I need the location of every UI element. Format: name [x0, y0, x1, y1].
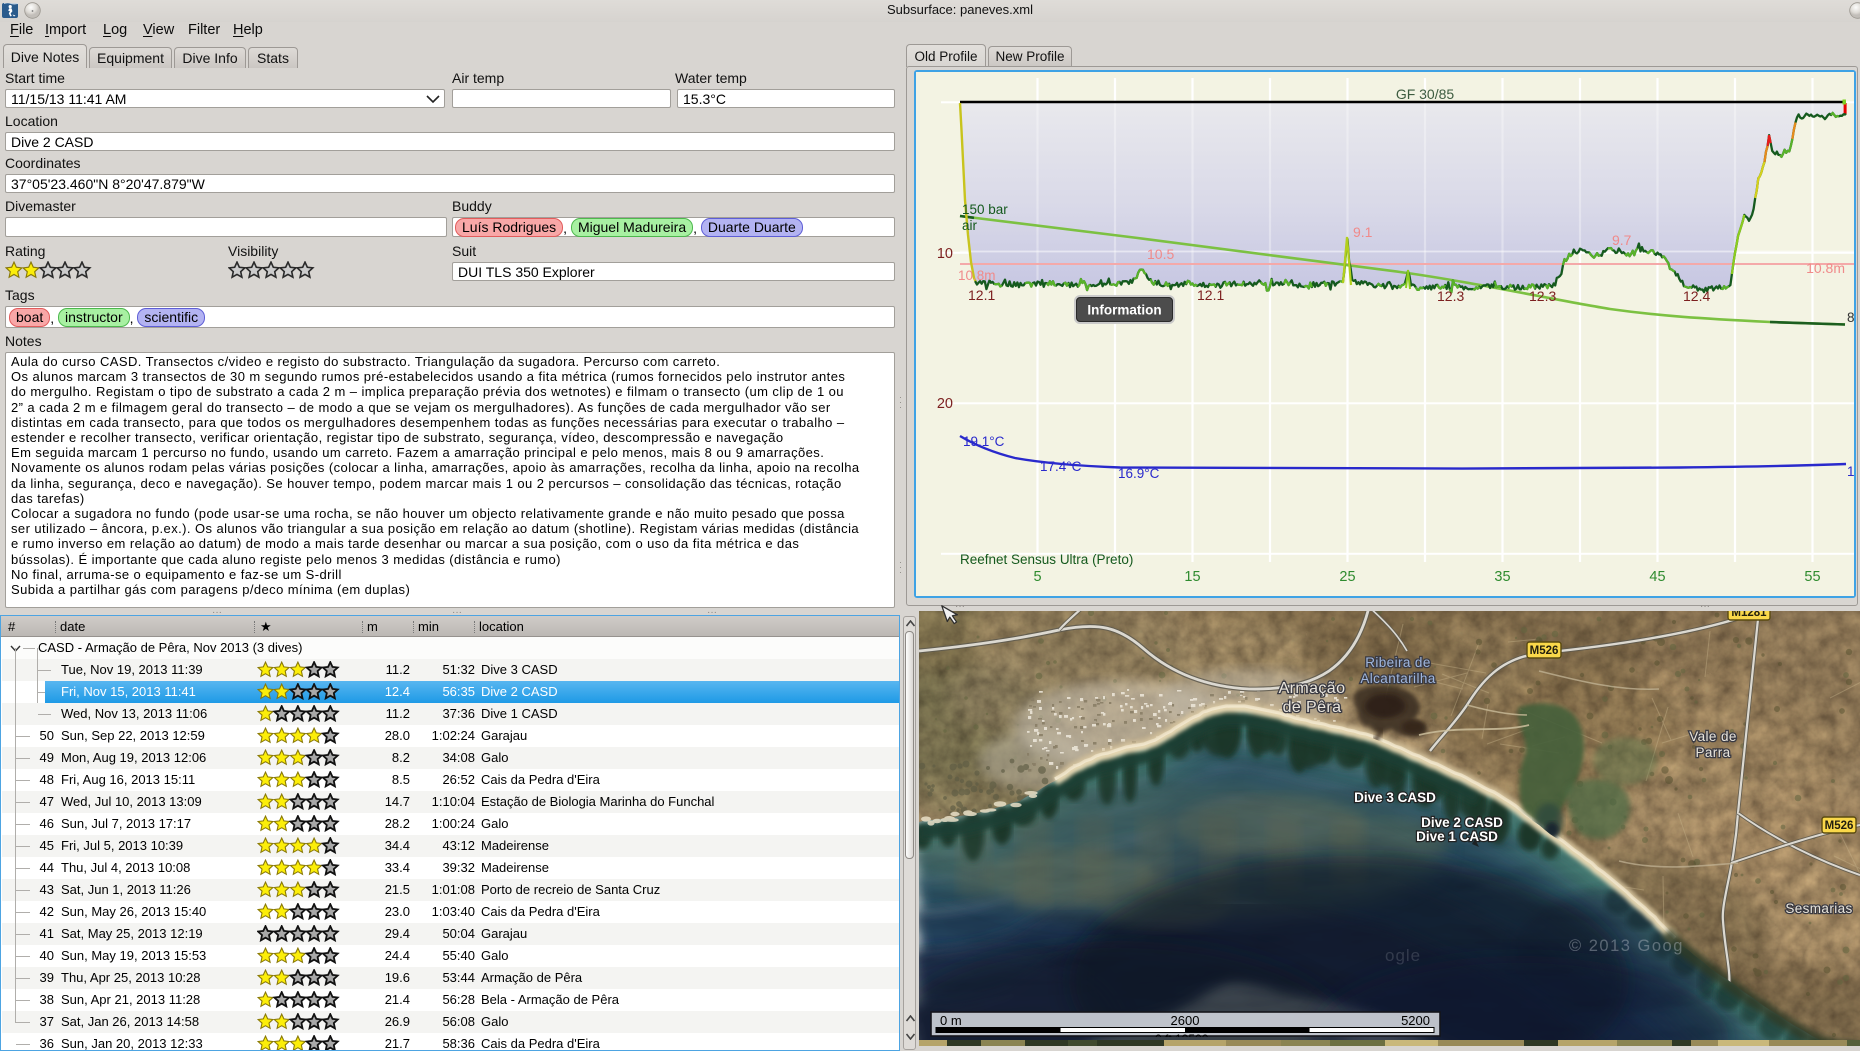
svg-text:12.3: 12.3	[1437, 288, 1464, 304]
svg-text:12.3: 12.3	[1529, 288, 1556, 304]
svg-text:Dive 1 CASD: Dive 1 CASD	[1416, 829, 1498, 844]
svg-text:Vale de: Vale de	[1689, 729, 1737, 744]
svg-text:12.4: 12.4	[1683, 288, 1710, 304]
svg-text:10.8m: 10.8m	[958, 268, 996, 283]
svg-text:Parra: Parra	[1695, 745, 1730, 760]
svg-text:9.1: 9.1	[1353, 224, 1373, 240]
svg-text:10.5: 10.5	[1147, 246, 1174, 262]
svg-text:ogle: ogle	[1385, 946, 1421, 965]
svg-text:Dive 2 CASD: Dive 2 CASD	[1421, 815, 1503, 830]
svg-text:80: 80	[1847, 310, 1854, 325]
svg-text:45: 45	[1649, 569, 1665, 585]
svg-text:17.4°C: 17.4°C	[1040, 459, 1082, 474]
svg-text:9.7: 9.7	[1612, 232, 1632, 248]
svg-text:M526: M526	[1825, 820, 1854, 832]
svg-text:© 2013 Goog: © 2013 Goog	[1569, 937, 1684, 955]
svg-text:2600: 2600	[1171, 1013, 1200, 1028]
svg-text:20: 20	[937, 396, 953, 412]
svg-text:16: 16	[1847, 464, 1854, 479]
svg-text:air: air	[962, 218, 978, 233]
svg-text:M526: M526	[1530, 645, 1559, 657]
svg-text:Alcantarilha: Alcantarilha	[1360, 671, 1435, 686]
svg-text:Sesmarias: Sesmarias	[1785, 901, 1852, 916]
svg-text:Dive 3 CASD: Dive 3 CASD	[1354, 790, 1436, 805]
svg-text:10: 10	[937, 246, 953, 262]
svg-text:Information: Information	[1087, 303, 1161, 318]
svg-text:5: 5	[1033, 569, 1041, 585]
svg-text:12.1: 12.1	[1197, 287, 1224, 303]
svg-text:0 m: 0 m	[940, 1013, 962, 1028]
svg-text:Armação: Armação	[1279, 680, 1346, 697]
svg-text:de Pêra: de Pêra	[1283, 699, 1342, 716]
svg-text:150 bar: 150 bar	[962, 202, 1008, 217]
svg-text:5200: 5200	[1401, 1013, 1430, 1028]
svg-text:15: 15	[1184, 569, 1200, 585]
svg-text:19.1°C: 19.1°C	[963, 434, 1005, 449]
svg-text:M1281: M1281	[1731, 611, 1767, 619]
svg-text:Ribeira de: Ribeira de	[1365, 655, 1431, 670]
svg-text:35: 35	[1494, 569, 1510, 585]
svg-text:12.1: 12.1	[968, 287, 995, 303]
svg-text:10.8m: 10.8m	[1806, 260, 1845, 276]
svg-text:25: 25	[1339, 569, 1355, 585]
svg-text:GF 30/85: GF 30/85	[1396, 86, 1455, 102]
svg-text:55: 55	[1804, 569, 1820, 585]
svg-text:16.9°C: 16.9°C	[1118, 466, 1160, 481]
svg-text:Reefnet Sensus Ultra (Preto): Reefnet Sensus Ultra (Preto)	[960, 552, 1133, 567]
